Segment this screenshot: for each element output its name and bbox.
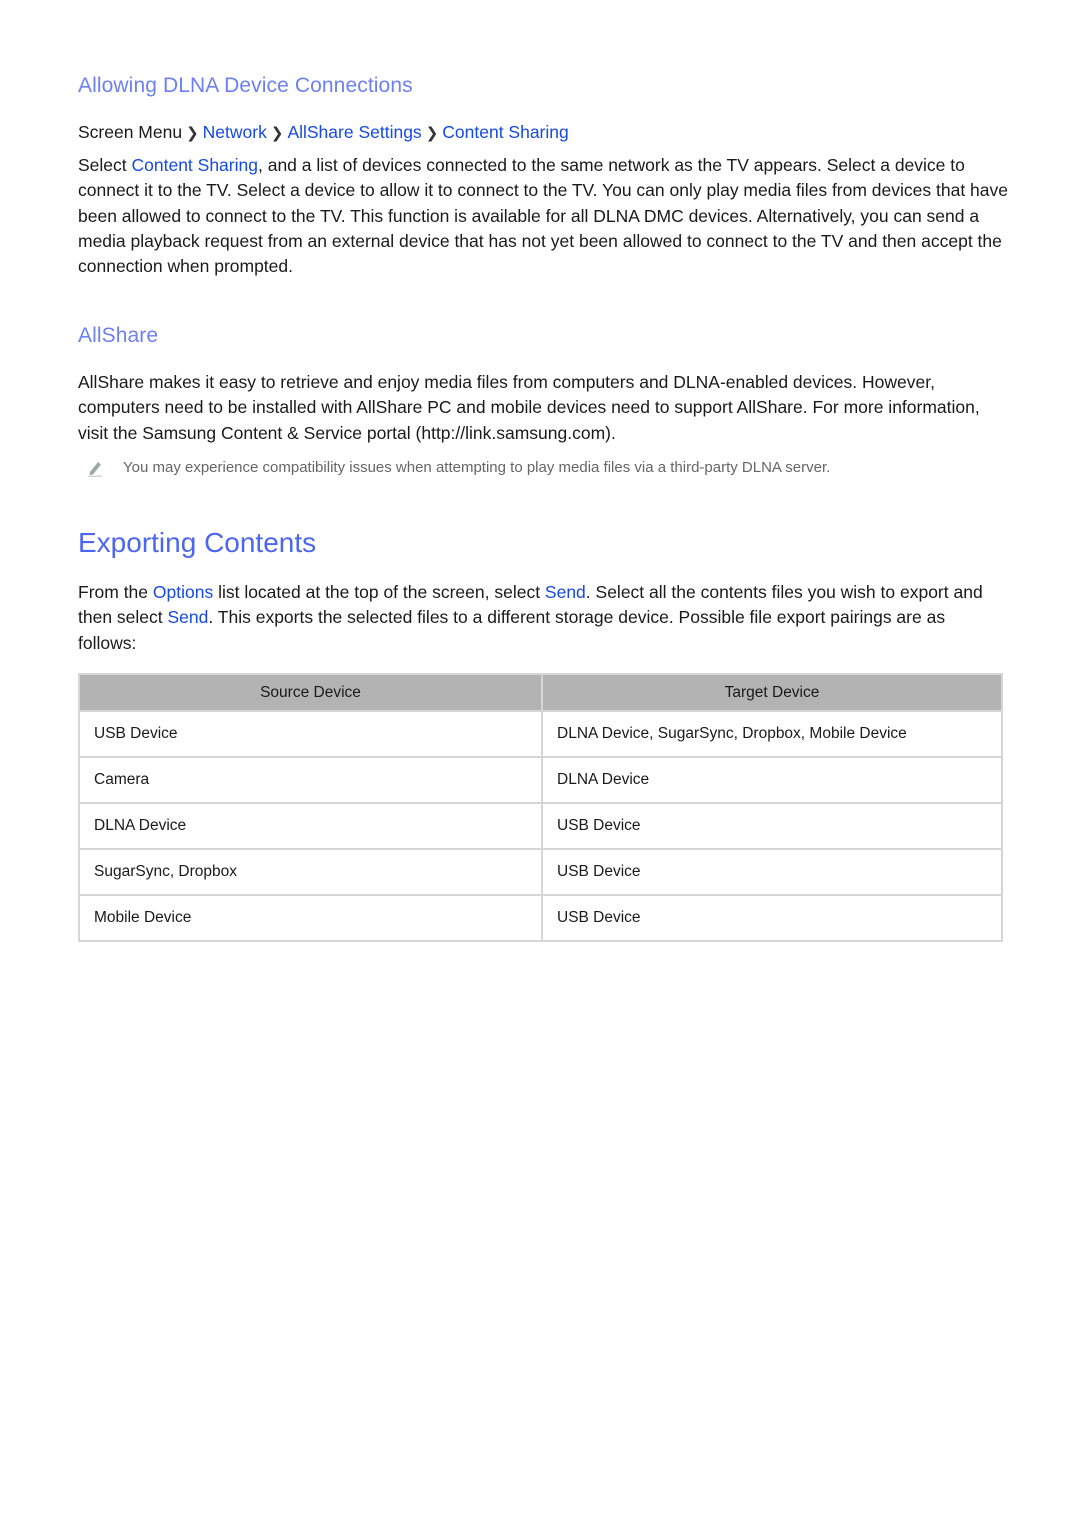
content-sharing-link[interactable]: Content Sharing — [132, 155, 258, 175]
table-row: USB Device DLNA Device, SugarSync, Dropb… — [78, 710, 1003, 758]
section-heading-allshare: AllShare — [78, 324, 159, 347]
dlna-connections-paragraph: Select Content Sharing, and a list of de… — [78, 153, 1008, 279]
send-link[interactable]: Send — [545, 582, 586, 602]
source-cell: DLNA Device — [78, 802, 543, 850]
table-row: Camera DLNA Device — [78, 756, 1003, 804]
column-header-source: Source Device — [78, 673, 543, 712]
target-cell: USB Device — [541, 802, 1003, 850]
section-heading-exporting-contents: Exporting Contents — [78, 527, 317, 558]
breadcrumb-root: Screen Menu — [78, 122, 183, 142]
column-header-target: Target Device — [541, 673, 1003, 712]
exporting-paragraph: From the Options list located at the top… — [78, 580, 1008, 656]
breadcrumb: Screen Menu ❯ Network ❯ AllShare Settings ❯ Co… — [78, 120, 569, 146]
text: From the — [78, 582, 153, 602]
send-link[interactable]: Send — [168, 607, 209, 627]
table-row: DLNA Device USB Device — [78, 802, 1003, 850]
chevron-right-icon: ❯ — [186, 125, 199, 142]
allshare-paragraph: AllShare makes it easy to retrieve and e… — [78, 372, 980, 443]
note-text: You may experience compatibility issues … — [123, 459, 831, 476]
text: list located at the top of the screen, s… — [213, 582, 545, 602]
chevron-right-icon: ❯ — [425, 125, 439, 142]
source-cell: Mobile Device — [78, 894, 543, 942]
text: Select — [78, 155, 132, 175]
target-cell: USB Device — [541, 894, 1003, 942]
export-pairings-table: Source Device Target Device USB Device D… — [78, 673, 1003, 942]
source-cell: SugarSync, Dropbox — [78, 848, 543, 896]
target-cell: DLNA Device, SugarSync, Dropbox, Mobile … — [541, 710, 1003, 758]
source-cell: Camera — [78, 756, 543, 804]
options-link[interactable]: Options — [153, 582, 213, 602]
breadcrumb-network[interactable]: Network — [203, 122, 267, 142]
table-row: Mobile Device USB Device — [78, 894, 1003, 942]
target-cell: DLNA Device — [541, 756, 1003, 804]
section-heading-dlna-connections: Allowing DLNA Device Connections — [78, 74, 413, 97]
breadcrumb-content-sharing[interactable]: Content Sharing — [442, 122, 568, 142]
breadcrumb-allshare-settings[interactable]: AllShare Settings — [287, 122, 421, 142]
chevron-right-icon: ❯ — [270, 125, 284, 142]
table-header-row: Source Device Target Device — [78, 673, 1003, 712]
pencil-icon — [88, 462, 102, 477]
source-cell: USB Device — [78, 710, 543, 758]
target-cell: USB Device — [541, 848, 1003, 896]
text: . This exports the selected files to a d… — [78, 607, 946, 653]
table-row: SugarSync, Dropbox USB Device — [78, 848, 1003, 896]
